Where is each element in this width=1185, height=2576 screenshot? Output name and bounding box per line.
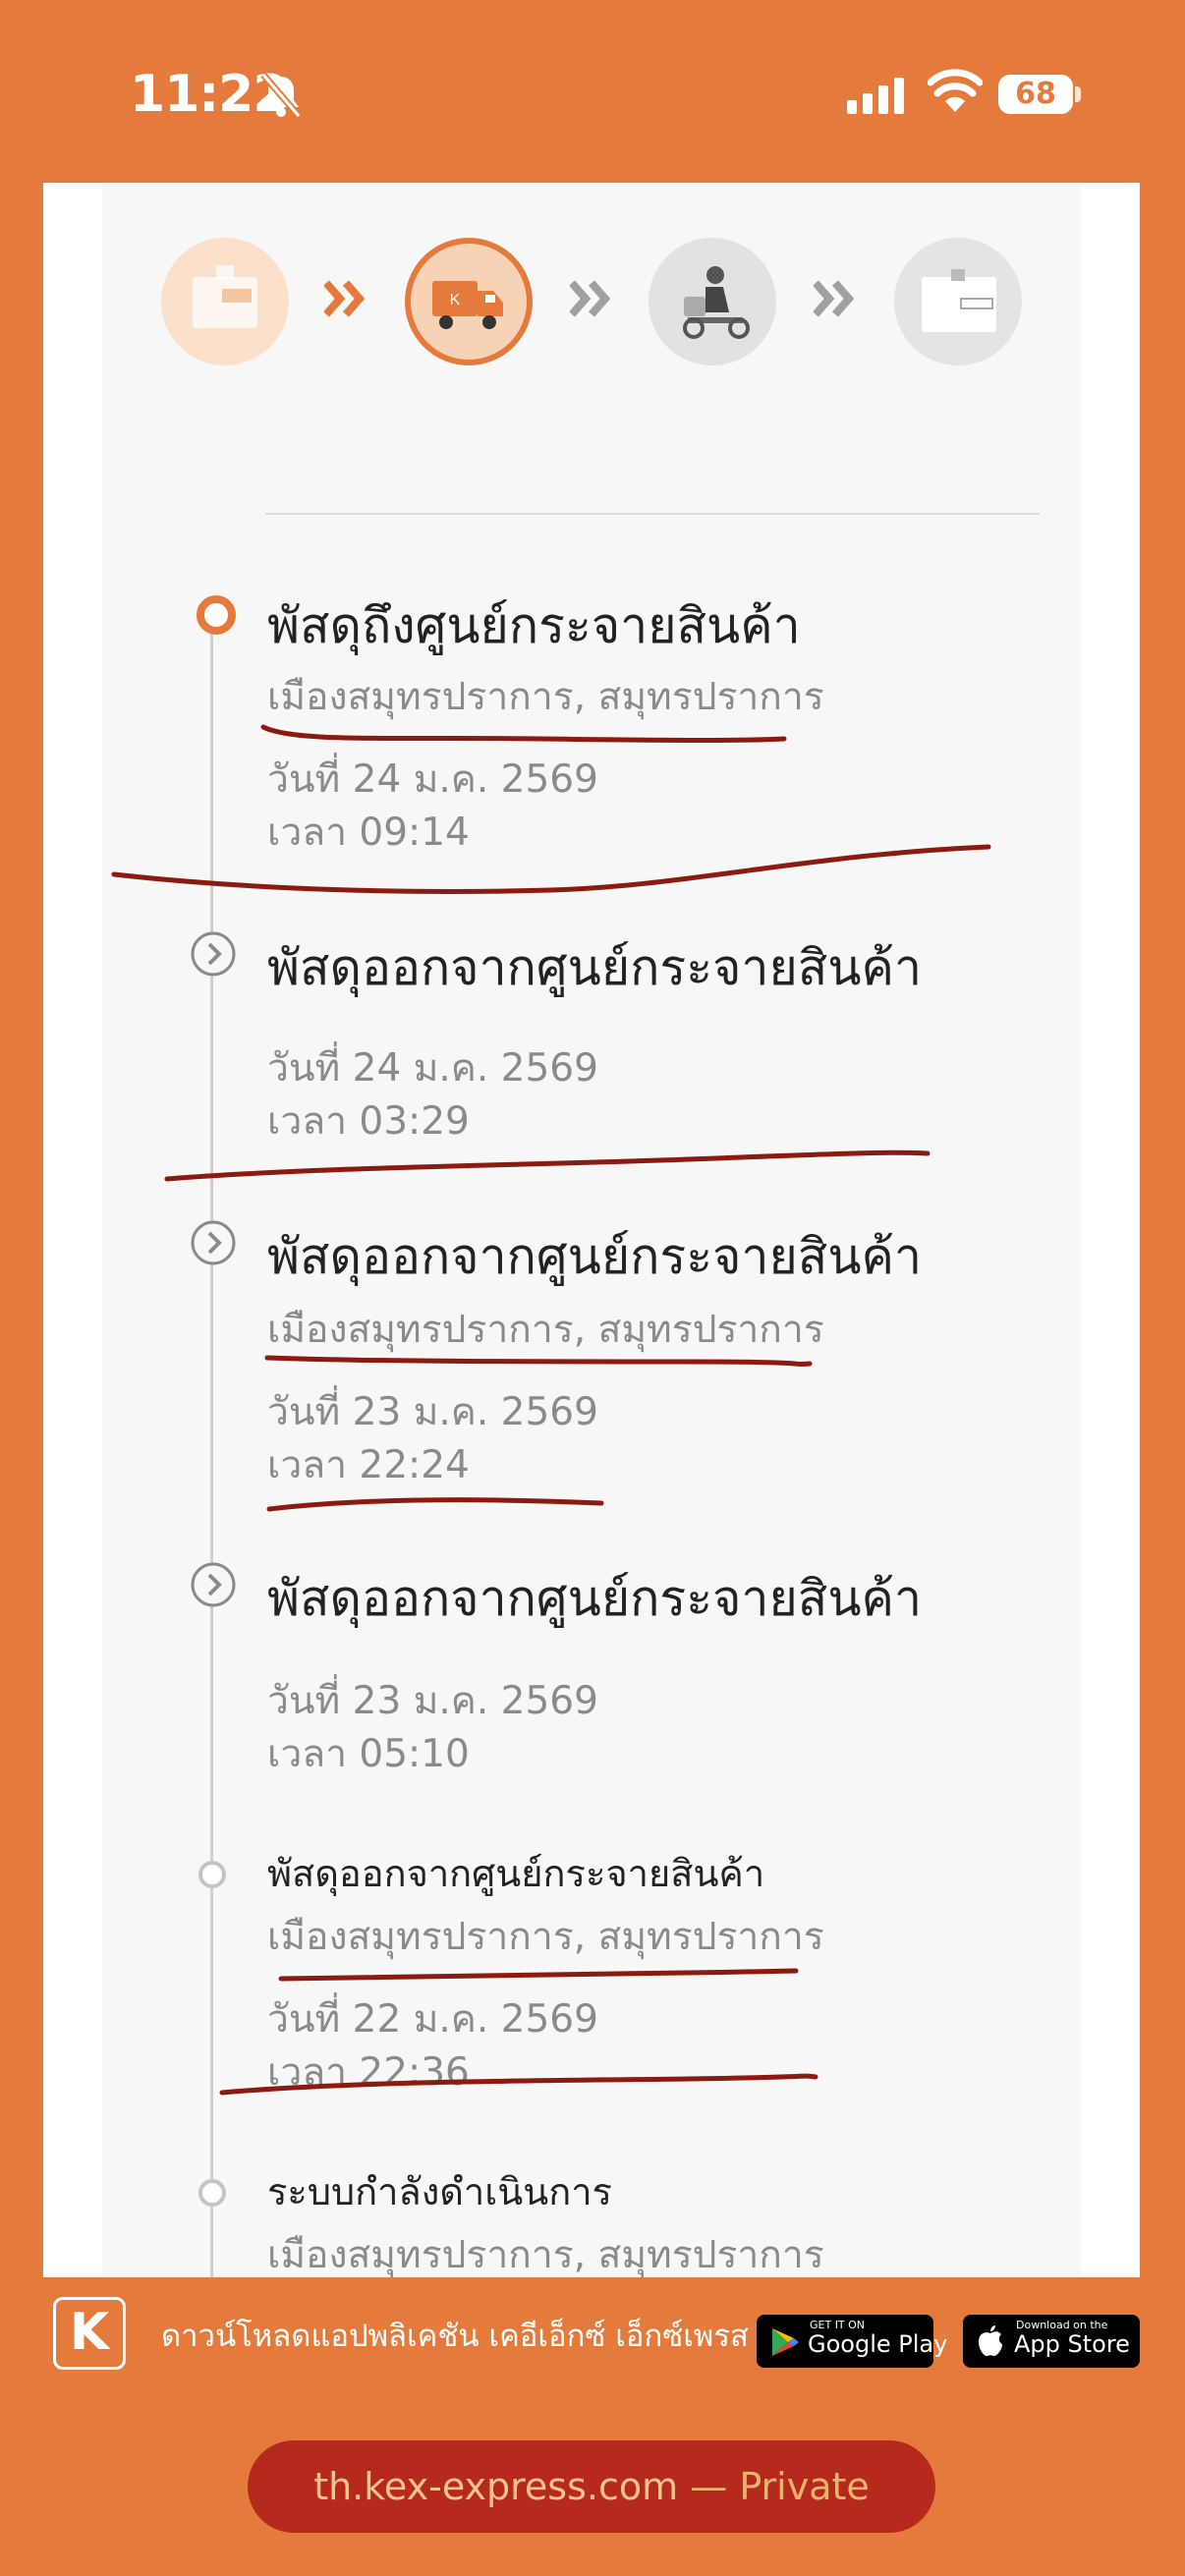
app-store-label: App Store [1014, 2330, 1130, 2358]
browser-url-bar[interactable]: th.kex-express.com — Private [248, 2440, 935, 2533]
apple-icon [979, 2325, 1002, 2357]
kex-logo[interactable]: K [53, 2297, 126, 2370]
google-play-label: Google Play [808, 2330, 948, 2358]
private-mode-label: Private [739, 2465, 870, 2508]
google-play-button[interactable]: GET IT ON Google Play [757, 2315, 947, 2368]
google-play-icon [772, 2328, 799, 2356]
handwritten-annotations [111, 724, 991, 2096]
app-store-button[interactable]: Download on the App Store [963, 2315, 1140, 2368]
url-separator: — [678, 2465, 740, 2508]
url-host: th.kex-express.com [313, 2465, 679, 2508]
banner-text: ดาวน์โหลดแอปพลิเคชัน เคอีเอ็กซ์ เอ็กซ์เพ… [161, 2319, 749, 2354]
